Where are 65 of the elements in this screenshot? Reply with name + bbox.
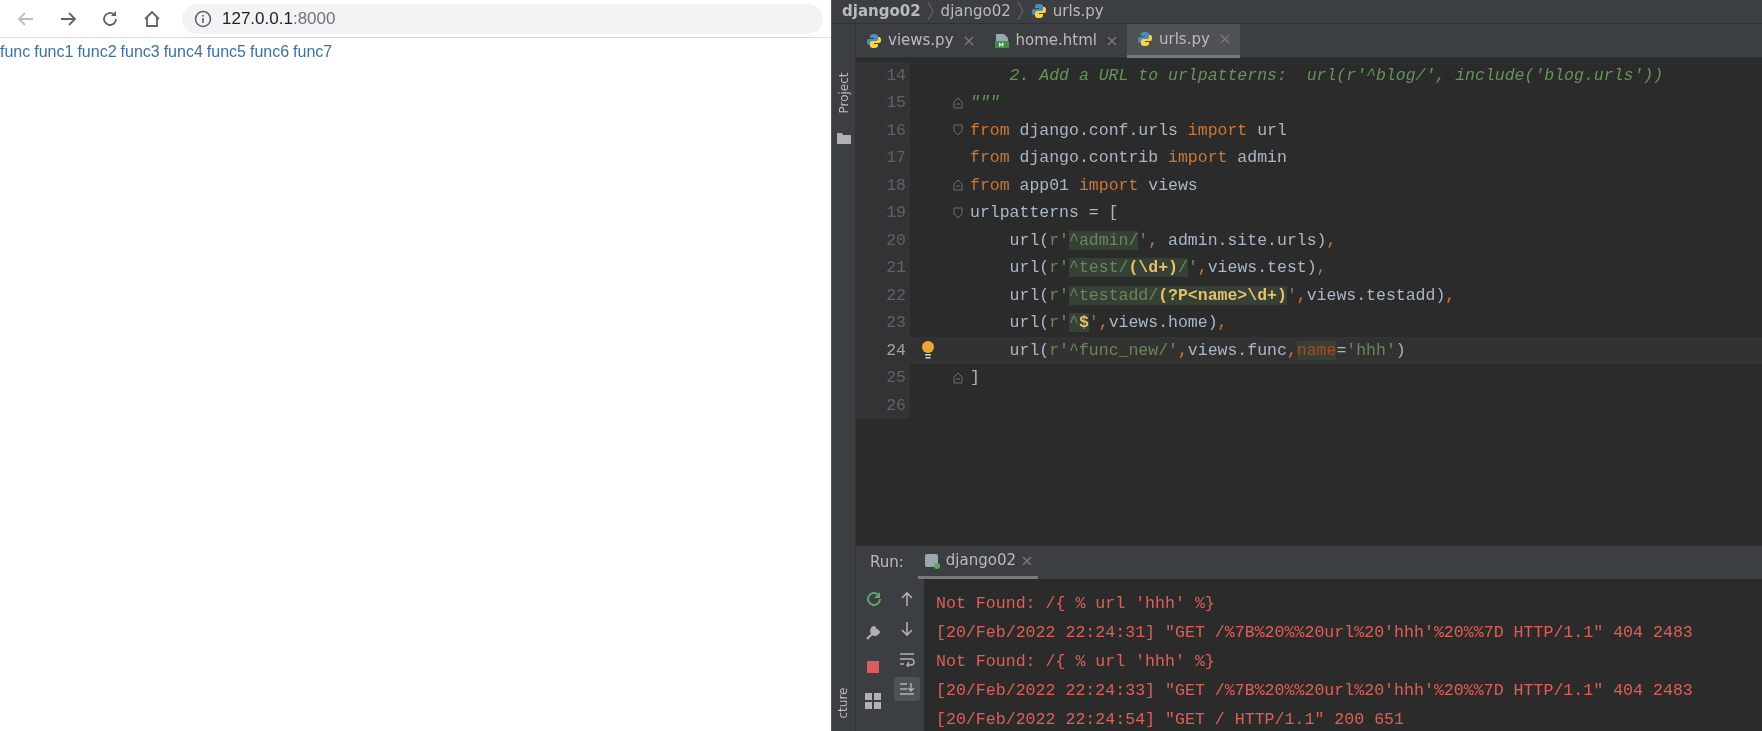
link[interactable]: func4 bbox=[163, 43, 203, 60]
log-line: [20/Feb/2022 22:24:33] "GET /%7B%20%%20url%20'hhh'%20%%7D HTTP/1.1" 404 2483 bbox=[936, 679, 1694, 702]
python-file-icon bbox=[1137, 31, 1153, 47]
code-line: from django.conf.urls import url bbox=[970, 119, 1287, 142]
project-tool-tab[interactable]: Project bbox=[834, 71, 853, 114]
log-line: Not Found: /{ % url 'hhh' %} bbox=[936, 650, 1216, 673]
close-icon[interactable] bbox=[1107, 35, 1117, 46]
code-line: ] bbox=[970, 367, 980, 389]
code-line: 2. Add a URL to urlpatterns: url(r'^blog/', include('blog.urls')) bbox=[1008, 64, 1664, 87]
layout-icon bbox=[865, 692, 881, 709]
url-text: 127.0.0.1:8000 bbox=[222, 7, 336, 30]
run-label: Run: bbox=[870, 551, 904, 573]
chevron-icon bbox=[926, 1, 935, 22]
log-line: [20/Feb/2022 22:24:31] "GET /%7B%20%%20url%20'hhh'%20%%7D HTTP/1.1" 404 2483 bbox=[936, 621, 1694, 644]
breadcrumb-item[interactable]: django02 bbox=[940, 0, 1011, 23]
fold-marker-icon[interactable] bbox=[953, 179, 963, 192]
link[interactable]: func2 bbox=[77, 43, 117, 60]
link[interactable]: func bbox=[0, 43, 31, 60]
close-icon[interactable] bbox=[963, 35, 974, 46]
rerun-icon bbox=[865, 590, 881, 607]
code-line: urlpatterns = [ bbox=[970, 202, 1119, 224]
link[interactable]: func6 bbox=[249, 43, 290, 60]
editor-tab[interactable]: views.py bbox=[856, 23, 984, 58]
code-line: url(r'^func_new/',views.func,name='hhh') bbox=[1008, 339, 1406, 362]
fold-marker-icon[interactable] bbox=[953, 124, 963, 137]
lightbulb-icon[interactable] bbox=[921, 340, 935, 361]
address-bar[interactable]: 127.0.0.1:8000 bbox=[182, 3, 823, 34]
code-line: """ bbox=[970, 92, 1000, 114]
code-line: url(r'^admin/', admin.site.urls), bbox=[1008, 229, 1337, 252]
editor-tab[interactable]: urls.py bbox=[1127, 23, 1240, 58]
fold-marker-icon[interactable] bbox=[953, 96, 963, 109]
breadcrumb-item[interactable]: django02 bbox=[842, 0, 921, 23]
link[interactable]: func1 bbox=[34, 43, 74, 60]
log-line: [20/Feb/2022 22:24:54] "GET / HTTP/1.1" 200 651 bbox=[936, 708, 1406, 731]
folder-icon[interactable] bbox=[836, 131, 851, 144]
code-line: url(r'^testadd/(?P<name>\d+)',views.testadd), bbox=[1008, 284, 1456, 307]
html-file-icon bbox=[993, 32, 1010, 49]
scroll-to-end-icon bbox=[899, 680, 915, 697]
structure-tool-tab[interactable]: cture bbox=[834, 687, 853, 718]
stop-icon bbox=[865, 658, 881, 675]
code-line: url(r'^$',views.home), bbox=[1008, 312, 1228, 334]
editor-tab[interactable]: home.html bbox=[983, 23, 1127, 58]
down-arrow-icon bbox=[899, 620, 915, 637]
soft-wrap-icon bbox=[899, 650, 915, 667]
log-line: Not Found: /{ % url 'hhh' %} bbox=[936, 592, 1216, 615]
fold-marker-icon[interactable] bbox=[953, 206, 963, 219]
link[interactable]: func7 bbox=[293, 43, 333, 60]
breadcrumb-item[interactable]: urls.py bbox=[1052, 0, 1104, 23]
wrench-icon bbox=[865, 624, 881, 641]
run-tab[interactable]: django02 bbox=[917, 545, 1038, 579]
up-arrow-icon bbox=[899, 590, 915, 607]
scroll-to-end-button[interactable] bbox=[894, 676, 920, 701]
fold-marker-icon[interactable] bbox=[953, 371, 963, 384]
code-line: from django.contrib import admin bbox=[970, 147, 1287, 169]
close-icon[interactable] bbox=[1022, 555, 1032, 566]
django-icon bbox=[923, 552, 940, 569]
code-line: url(r'^test/(\d+)/',views.test), bbox=[1008, 257, 1327, 279]
python-file-icon bbox=[866, 32, 882, 49]
info-icon[interactable] bbox=[194, 9, 212, 28]
link[interactable]: func5 bbox=[206, 43, 246, 60]
chevron-icon bbox=[1016, 1, 1025, 22]
code-line: from app01 import views bbox=[970, 174, 1198, 197]
home-icon bbox=[142, 8, 162, 29]
python-file-icon bbox=[1030, 3, 1047, 20]
link[interactable]: func3 bbox=[120, 43, 160, 60]
